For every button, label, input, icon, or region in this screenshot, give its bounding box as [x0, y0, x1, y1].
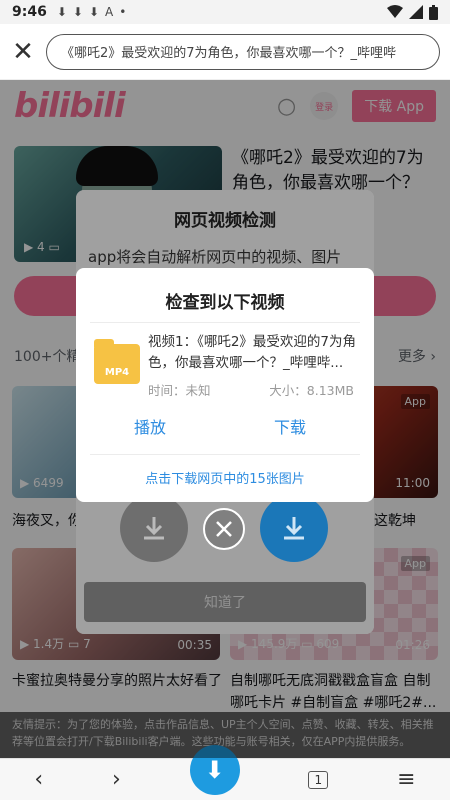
- status-time: 9:46: [12, 4, 47, 20]
- status-icons: [387, 4, 438, 20]
- menu-icon[interactable]: ≡: [397, 767, 415, 792]
- video-time: 时间：未知: [148, 383, 211, 398]
- download-button[interactable]: 下载: [274, 414, 306, 438]
- download-arrow-icon: [284, 517, 304, 540]
- battery-icon: [429, 4, 438, 20]
- status-bar: 9:46 ⬇ ⬇ ⬇ A •: [0, 0, 450, 24]
- url-field[interactable]: 《哪吒2》最受欢迎的7为角色，你最喜欢哪一个？_哔哩哔: [46, 33, 440, 70]
- divider: [90, 454, 360, 455]
- download-notification-icon: ⬇: [56, 5, 67, 19]
- bottom-nav: ‹ › ⬇ 1 ≡: [0, 744, 450, 800]
- divider: [90, 322, 360, 323]
- video-size: 大小：8.13MB: [269, 383, 354, 398]
- video-file-name: 视频1：《哪吒2》最受欢迎的7为角色，你最喜欢哪一个？_哔哩哔...: [148, 334, 357, 371]
- download-notification-icon: ⬇: [88, 5, 100, 19]
- forward-icon[interactable]: ›: [112, 767, 121, 792]
- more-notifications-dot: •: [119, 5, 127, 19]
- download-circle-icon[interactable]: [120, 494, 188, 562]
- close-icon: [216, 521, 232, 537]
- download-circle-icon[interactable]: [260, 494, 328, 562]
- video-result-dialog: 检查到以下视频 MP4 视频1：《哪吒2》最受欢迎的7为角色，你最喜欢哪一个？_…: [76, 268, 374, 502]
- close-icon[interactable]: ✕: [0, 37, 46, 67]
- download-images-link[interactable]: 点击下载网页中的15张图片: [76, 468, 374, 487]
- back-icon[interactable]: ‹: [34, 767, 43, 792]
- download-arrow-icon: [144, 517, 164, 540]
- mp4-file-icon: MP4: [94, 339, 140, 384]
- download-notification-icon: ⬇: [72, 5, 83, 19]
- play-button[interactable]: 播放: [134, 414, 166, 438]
- tabs-icon[interactable]: 1: [308, 770, 329, 789]
- signal-icon: [409, 5, 423, 19]
- close-circle-icon[interactable]: [203, 508, 245, 550]
- browser-url-bar: ✕ 《哪吒2》最受欢迎的7为角色，你最喜欢哪一个？_哔哩哔: [0, 24, 450, 80]
- wifi-icon: [387, 5, 403, 18]
- app-notification-icon: A: [105, 5, 114, 19]
- result-dialog-title: 检查到以下视频: [165, 293, 285, 313]
